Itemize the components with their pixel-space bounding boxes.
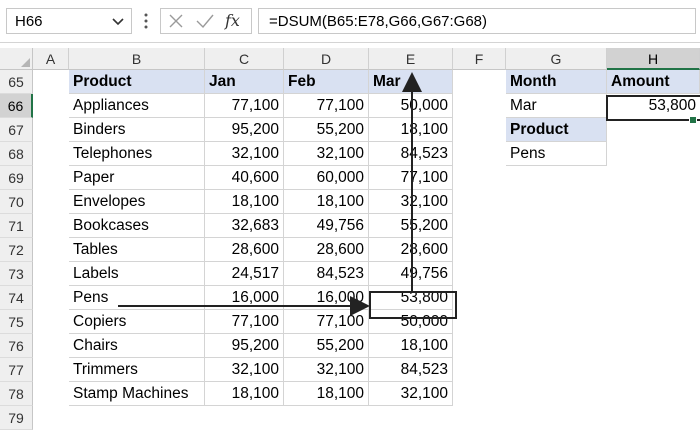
cell-mar[interactable]: 84,523 bbox=[369, 358, 453, 382]
row-header-74[interactable]: 74 bbox=[0, 286, 33, 310]
row-header-71[interactable]: 71 bbox=[0, 214, 33, 238]
cell-product[interactable]: Bookcases bbox=[69, 214, 205, 238]
insert-function-button[interactable]: fx bbox=[225, 11, 240, 30]
select-all-corner[interactable] bbox=[0, 48, 33, 70]
cell-product[interactable]: Appliances bbox=[69, 94, 205, 118]
cell-jan[interactable]: 95,200 bbox=[205, 118, 284, 142]
cell-feb[interactable]: 18,100 bbox=[284, 382, 369, 406]
cell-product[interactable]: Binders bbox=[69, 118, 205, 142]
table-header-jan[interactable]: Jan bbox=[205, 70, 284, 94]
more-options-icon[interactable] bbox=[143, 10, 149, 32]
cell-feb[interactable]: 18,100 bbox=[284, 190, 369, 214]
cell-feb[interactable]: 28,600 bbox=[284, 238, 369, 262]
table-header-mar[interactable]: Mar bbox=[369, 70, 453, 94]
formula-text: =DSUM(B65:E78,G66,G67:G68) bbox=[269, 13, 488, 30]
cell-product[interactable]: Labels bbox=[69, 262, 205, 286]
table-header-feb[interactable]: Feb bbox=[284, 70, 369, 94]
cell-feb[interactable]: 60,000 bbox=[284, 166, 369, 190]
cell-mar[interactable]: 28,600 bbox=[369, 238, 453, 262]
cell-mar[interactable]: 32,100 bbox=[369, 382, 453, 406]
row-header-66[interactable]: 66 bbox=[0, 94, 33, 118]
column-header-b[interactable]: B bbox=[69, 48, 205, 70]
fill-handle[interactable] bbox=[689, 116, 697, 124]
cell-product[interactable]: Envelopes bbox=[69, 190, 205, 214]
formula-controls: fx bbox=[160, 8, 252, 34]
formula-input[interactable]: =DSUM(B65:E78,G66,G67:G68) bbox=[258, 8, 696, 34]
criteria-value-month[interactable]: Mar bbox=[506, 94, 607, 118]
cell-jan[interactable]: 18,100 bbox=[205, 190, 284, 214]
row-header-76[interactable]: 76 bbox=[0, 334, 33, 358]
row-header-79[interactable]: 79 bbox=[0, 406, 33, 430]
name-box-value: H66 bbox=[15, 13, 43, 30]
row-header-73[interactable]: 73 bbox=[0, 262, 33, 286]
cell-mar[interactable]: 18,100 bbox=[369, 334, 453, 358]
cell-feb[interactable]: 55,200 bbox=[284, 118, 369, 142]
column-header-c[interactable]: C bbox=[205, 48, 284, 70]
cell-product[interactable]: Copiers bbox=[69, 310, 205, 334]
row-header-70[interactable]: 70 bbox=[0, 190, 33, 214]
cell-feb[interactable]: 32,100 bbox=[284, 142, 369, 166]
cell-jan[interactable]: 24,517 bbox=[205, 262, 284, 286]
criteria-value-product[interactable]: Pens bbox=[506, 142, 607, 166]
row-header-69[interactable]: 69 bbox=[0, 166, 33, 190]
cell-jan[interactable]: 32,100 bbox=[205, 142, 284, 166]
cell-mar[interactable]: 49,756 bbox=[369, 262, 453, 286]
result-header-amount[interactable]: Amount bbox=[607, 70, 700, 94]
row-header-72[interactable]: 72 bbox=[0, 238, 33, 262]
row-header-78[interactable]: 78 bbox=[0, 382, 33, 406]
cell-feb[interactable]: 32,100 bbox=[284, 358, 369, 382]
criteria-header-month[interactable]: Month bbox=[506, 70, 607, 94]
cell-mar[interactable]: 77,100 bbox=[369, 166, 453, 190]
row-header-68[interactable]: 68 bbox=[0, 142, 33, 166]
chevron-down-icon[interactable] bbox=[109, 11, 127, 31]
strikethrough-feb bbox=[324, 305, 362, 307]
cell-mar[interactable]: 55,200 bbox=[369, 214, 453, 238]
column-header-f[interactable]: F bbox=[453, 48, 506, 70]
cell-product[interactable]: Chairs bbox=[69, 334, 205, 358]
cell-jan[interactable]: 18,100 bbox=[205, 382, 284, 406]
column-header-e[interactable]: E bbox=[369, 48, 453, 70]
strikethrough-jan bbox=[247, 305, 279, 307]
column-header-a[interactable]: A bbox=[33, 48, 69, 70]
result-highlight-box bbox=[369, 291, 457, 319]
cell-jan[interactable]: 40,600 bbox=[205, 166, 284, 190]
cell-jan[interactable]: 32,100 bbox=[205, 358, 284, 382]
cell-product[interactable]: Paper bbox=[69, 166, 205, 190]
cell-mar[interactable]: 84,523 bbox=[369, 142, 453, 166]
cell-jan[interactable]: 77,100 bbox=[205, 310, 284, 334]
cancel-icon[interactable] bbox=[167, 12, 185, 30]
cell-feb[interactable]: 77,100 bbox=[284, 94, 369, 118]
criteria-header-product[interactable]: Product bbox=[506, 118, 607, 142]
cell-product[interactable]: Telephones bbox=[69, 142, 205, 166]
cell-jan[interactable]: 32,683 bbox=[205, 214, 284, 238]
row-header-65[interactable]: 65 bbox=[0, 70, 33, 94]
cell-product[interactable]: Pens bbox=[69, 286, 205, 310]
enter-check-icon[interactable] bbox=[195, 12, 215, 30]
cell-mar[interactable]: 50,000 bbox=[369, 94, 453, 118]
column-header-g[interactable]: G bbox=[506, 48, 607, 70]
cell-jan[interactable]: 77,100 bbox=[205, 94, 284, 118]
table-header-product[interactable]: Product bbox=[69, 70, 205, 94]
cell-mar[interactable]: 18,100 bbox=[369, 118, 453, 142]
column-header-d[interactable]: D bbox=[284, 48, 369, 70]
select-all-triangle-icon bbox=[21, 58, 30, 67]
name-box[interactable]: H66 bbox=[6, 8, 132, 34]
cell-jan[interactable]: 95,200 bbox=[205, 334, 284, 358]
cell-feb[interactable]: 55,200 bbox=[284, 334, 369, 358]
formula-bar: H66 fx =DSUM(B65:E78,G66,G67:G68) bbox=[0, 0, 700, 43]
cell-feb[interactable]: 49,756 bbox=[284, 214, 369, 238]
row-header-75[interactable]: 75 bbox=[0, 310, 33, 334]
column-header-h[interactable]: H bbox=[607, 48, 700, 70]
row-header-77[interactable]: 77 bbox=[0, 358, 33, 382]
cell-feb[interactable]: 77,100 bbox=[284, 310, 369, 334]
cell-product[interactable]: Trimmers bbox=[69, 358, 205, 382]
cell-mar[interactable]: 32,100 bbox=[369, 190, 453, 214]
cell-product[interactable]: Tables bbox=[69, 238, 205, 262]
cell-product[interactable]: Stamp Machines bbox=[69, 382, 205, 406]
active-cell-selection bbox=[606, 95, 700, 121]
cell-feb[interactable]: 84,523 bbox=[284, 262, 369, 286]
cell-jan[interactable]: 28,600 bbox=[205, 238, 284, 262]
row-header-67[interactable]: 67 bbox=[0, 118, 33, 142]
